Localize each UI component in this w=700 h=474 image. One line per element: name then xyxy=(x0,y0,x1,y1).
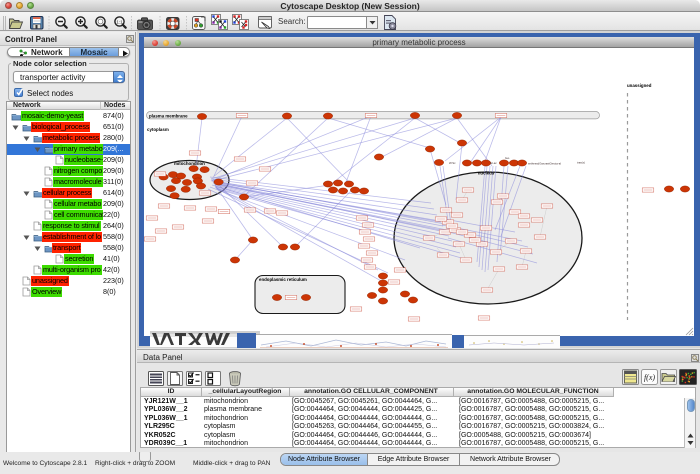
svg-text:W.Sc: W.Sc xyxy=(449,161,456,165)
svg-text:nucleus: nucleus xyxy=(478,171,495,176)
svg-text:Gl-ac: Gl-ac xyxy=(490,161,497,165)
svg-text:two: two xyxy=(505,156,510,160)
svg-text:wrthessdGwcrastGercta-al: wrthessdGwcrastGercta-al xyxy=(528,162,561,166)
svg-text:unassigned: unassigned xyxy=(627,83,652,88)
svg-text:cytoplasm: cytoplasm xyxy=(147,127,169,132)
svg-text:mitochondrion: mitochondrion xyxy=(174,161,205,166)
svg-text:f(x): f(x) xyxy=(644,373,655,382)
svg-text:endoplasmic reticulum: endoplasmic reticulum xyxy=(259,277,307,282)
svg-text:1:1: 1:1 xyxy=(116,20,123,25)
svg-text:tras(s): tras(s) xyxy=(577,161,585,165)
svg-text:plasma membrane: plasma membrane xyxy=(149,113,188,118)
